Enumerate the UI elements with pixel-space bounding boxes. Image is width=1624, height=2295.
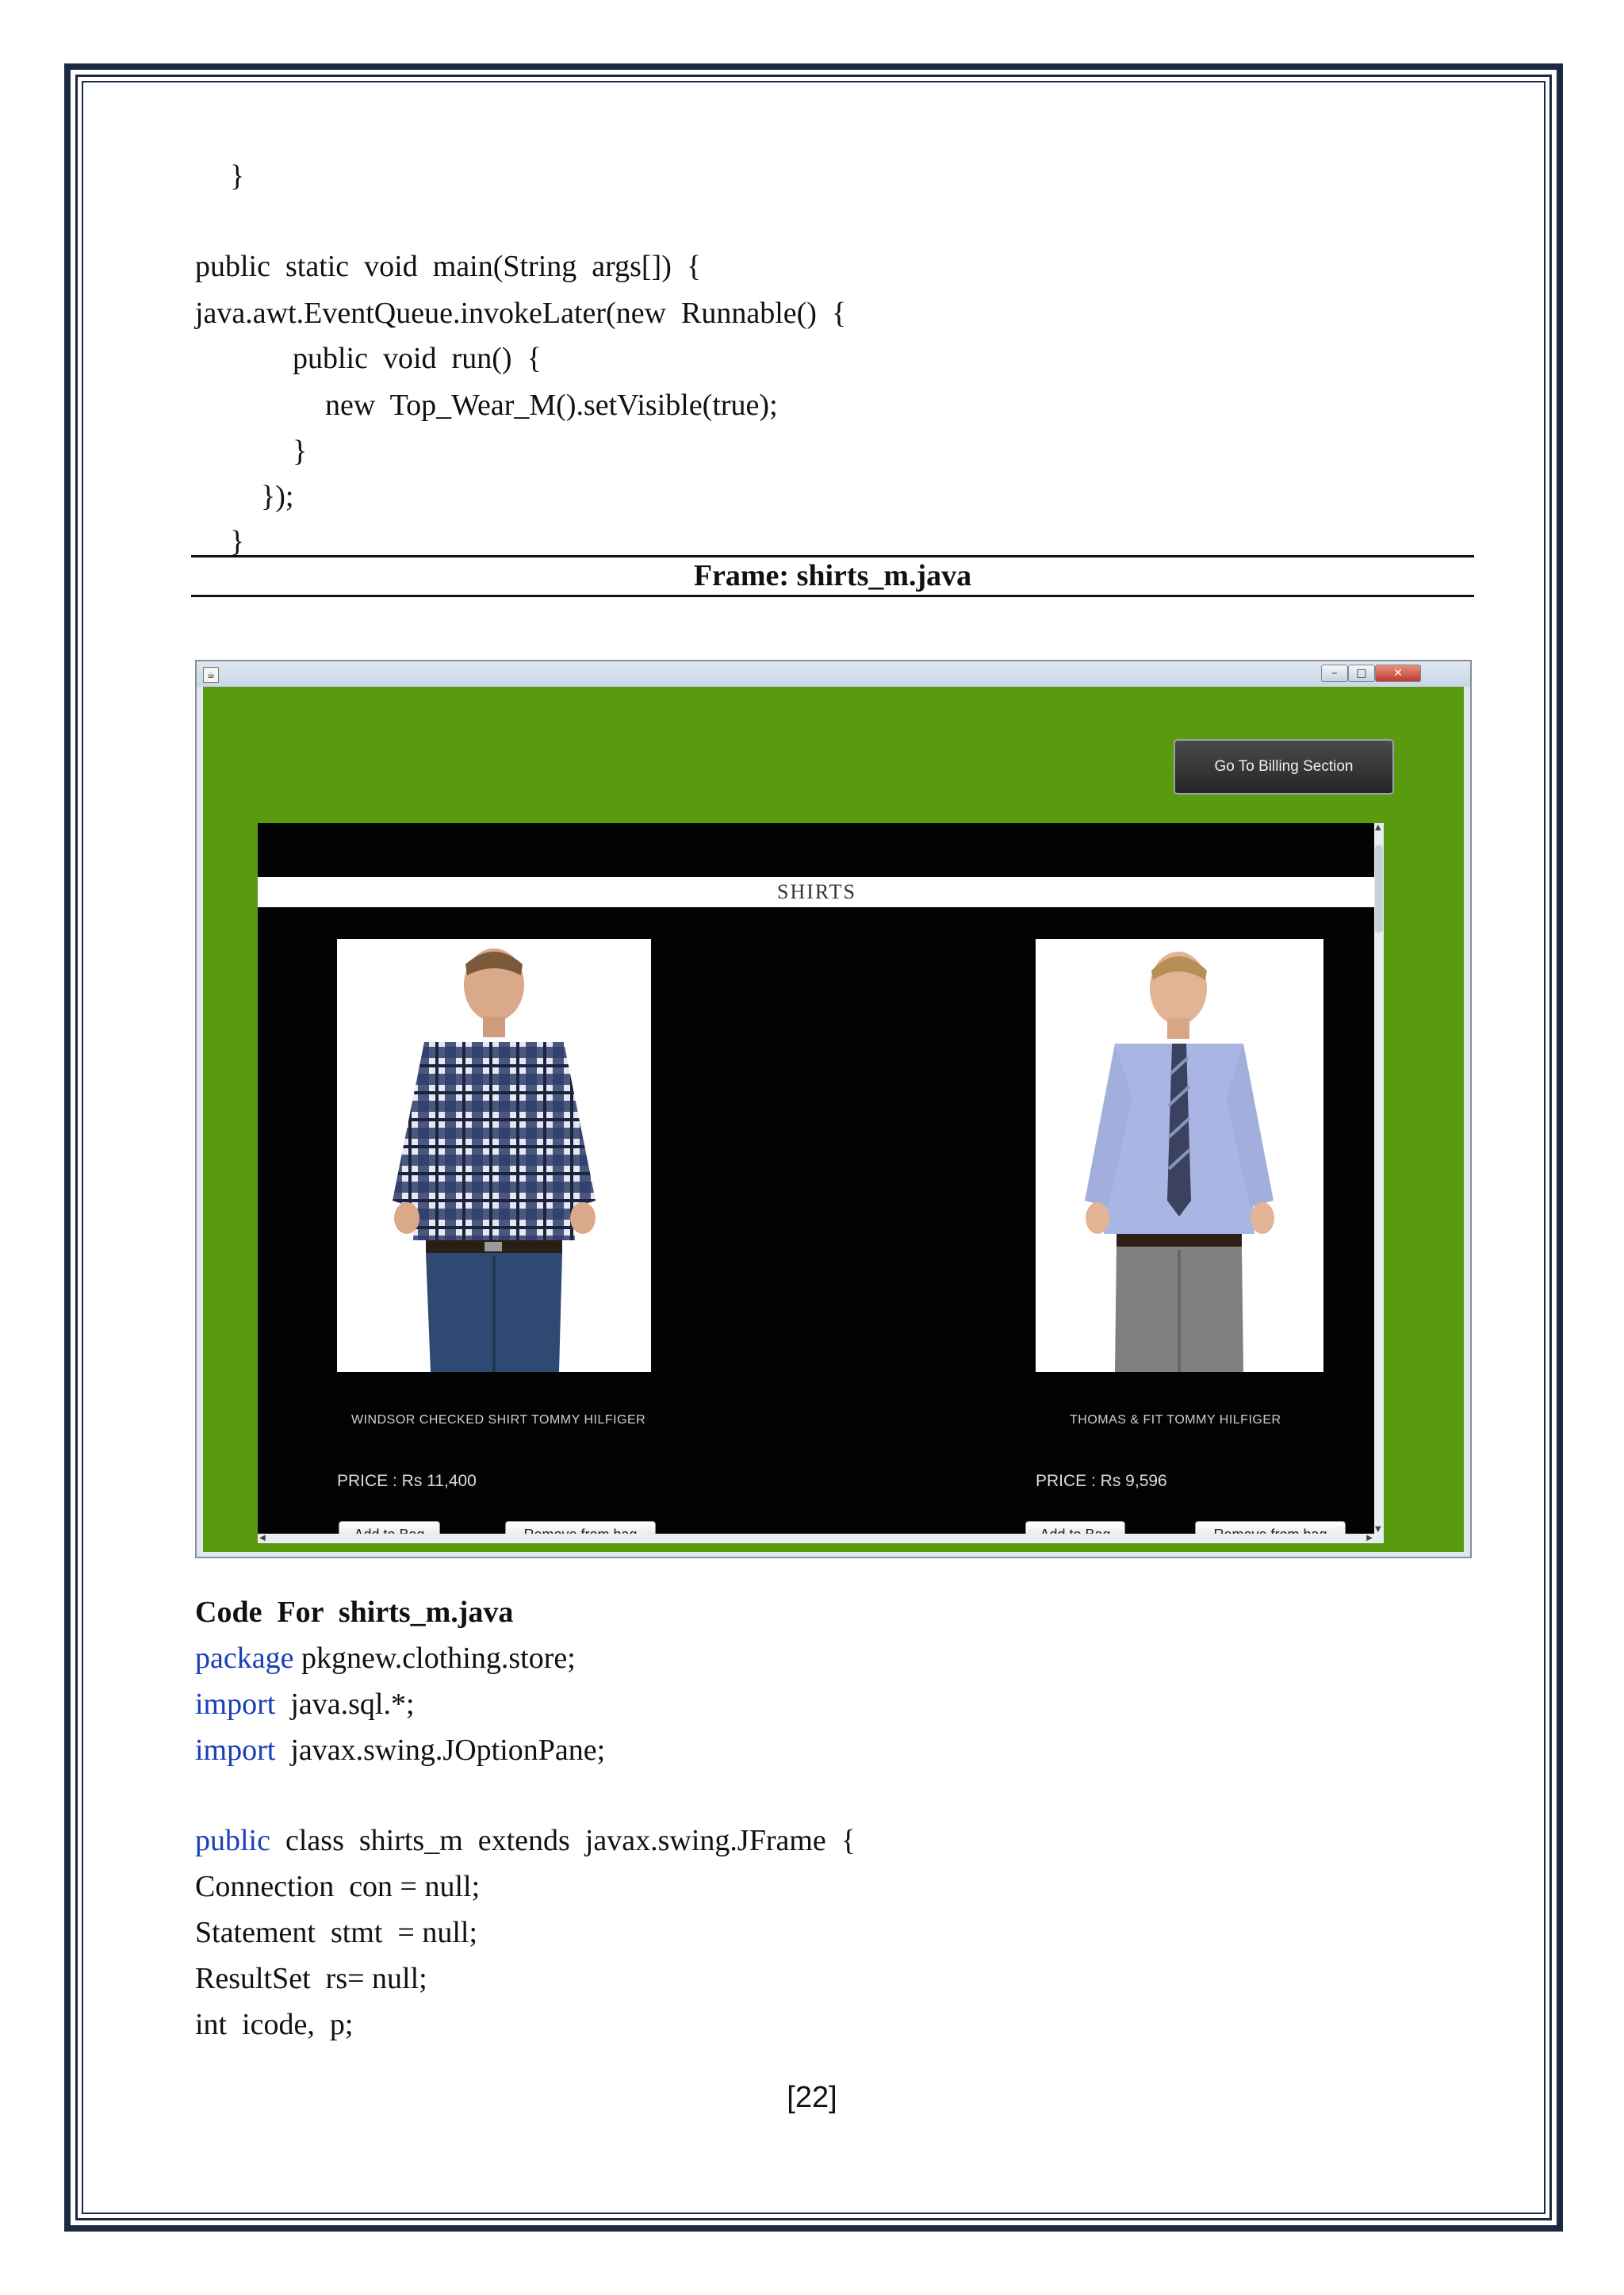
code-line: int icode, p;: [195, 2008, 354, 2041]
vertical-scroll-thumb[interactable]: [1375, 845, 1383, 933]
close-button[interactable]: ✕: [1375, 665, 1421, 682]
caption-rule-top: [191, 555, 1474, 557]
scroll-down-arrow-icon[interactable]: ▼: [1375, 1525, 1381, 1534]
code-line: Connection con = null;: [195, 1870, 481, 1903]
code-keyword: import: [195, 1734, 276, 1767]
products-scroll-pane[interactable]: SHIRTS WINDSOR CHECKED SHIRT TOMMY HILFI…: [258, 823, 1384, 1543]
code-text: java.sql.*;: [275, 1688, 415, 1721]
code-heading: Code For shirts_m.java: [195, 1596, 514, 1629]
java-icon: ☕: [203, 667, 219, 683]
main-panel: Go To Billing Section SHIRTS WINDSOR CHE…: [203, 687, 1464, 1552]
scroll-right-arrow-icon[interactable]: ▶: [1366, 1534, 1373, 1542]
code-text: javax.swing.JOptionPane;: [275, 1734, 606, 1767]
window-titlebar[interactable]: ☕ – □ ✕: [197, 661, 1470, 687]
code-line: });: [261, 480, 294, 513]
vertical-scrollbar[interactable]: ▲ ▼: [1374, 823, 1384, 1534]
minimize-button[interactable]: –: [1321, 665, 1348, 682]
section-title: SHIRTS: [258, 877, 1376, 907]
code-line: public static void main(String args[]) {: [195, 250, 702, 283]
code-line: public class shirts_m extends javax.swin…: [195, 1818, 856, 1864]
product-price: PRICE : Rs 11,400: [337, 1472, 477, 1490]
product-name: THOMAS & FIT TOMMY HILFIGER: [1070, 1413, 1281, 1427]
product-name: WINDSOR CHECKED SHIRT TOMMY HILFIGER: [351, 1413, 646, 1427]
product-image-blue-shirt: [1036, 939, 1323, 1372]
code-keyword: package: [195, 1642, 294, 1675]
code-line: }: [230, 159, 245, 193]
code-keyword: import: [195, 1688, 276, 1721]
caption-rule-bottom: [191, 595, 1474, 597]
code-line: import javax.swing.JOptionPane;: [195, 1727, 605, 1773]
model-blue-shirt-illustration: [1085, 952, 1274, 1372]
page-number: [22]: [787, 2081, 837, 2114]
maximize-button[interactable]: □: [1348, 665, 1375, 682]
code-line: ResultSet rs= null;: [195, 1962, 427, 1995]
app-window: ☕ – □ ✕ Go To Billing Section SHIRTS WIN…: [195, 660, 1472, 1558]
code-line: new Top_Wear_M().setVisible(true);: [325, 389, 778, 422]
code-line: public void run() {: [293, 342, 542, 375]
product-price: PRICE : Rs 9,596: [1036, 1472, 1167, 1490]
code-text: class shirts_m extends javax.swing.JFram…: [270, 1824, 856, 1857]
go-to-billing-button[interactable]: Go To Billing Section: [1174, 739, 1394, 795]
product-image-checked-shirt: [337, 939, 651, 1372]
code-text: pkgnew.clothing.store;: [293, 1642, 576, 1675]
code-keyword: public: [195, 1824, 270, 1857]
horizontal-scrollbar[interactable]: ◀ ▶: [258, 1534, 1384, 1543]
frame-caption: Frame: shirts_m.java: [693, 559, 972, 592]
scroll-up-arrow-icon[interactable]: ▲: [1375, 823, 1381, 832]
code-line: import java.sql.*;: [195, 1681, 415, 1727]
model-checked-shirt-illustration: [393, 948, 596, 1372]
code-line: Statement stmt = null;: [195, 1916, 478, 1949]
scroll-left-arrow-icon[interactable]: ◀: [259, 1534, 266, 1542]
code-line: java.awt.EventQueue.invokeLater(new Runn…: [195, 297, 847, 330]
code-line: }: [293, 435, 308, 468]
code-line: package pkgnew.clothing.store;: [195, 1635, 576, 1681]
